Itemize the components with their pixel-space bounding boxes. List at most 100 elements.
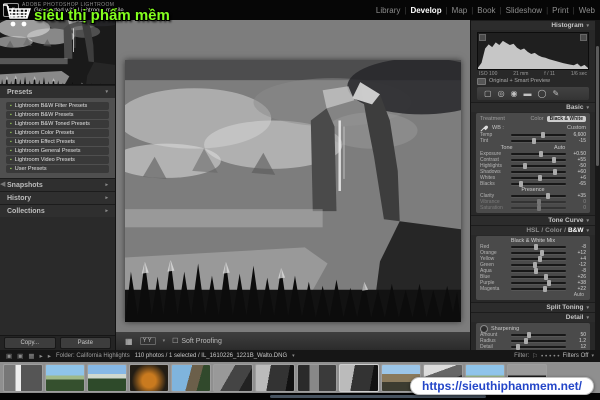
filmstrip-thumbnail[interactable] [3, 363, 43, 392]
graduated-filter-tool-icon[interactable]: ▬ [524, 87, 532, 100]
bw-mix-auto-button[interactable]: Auto [480, 292, 586, 298]
flag-filter-icon[interactable]: ⚐ [532, 352, 538, 360]
slider-track[interactable] [511, 268, 566, 274]
module-tab-develop[interactable]: Develop [410, 6, 441, 15]
slider-thumb[interactable] [518, 181, 523, 187]
main-window-icon[interactable]: ▣ [6, 352, 12, 360]
filmstrip-thumbnail[interactable] [129, 363, 169, 392]
hsl-panel-header[interactable]: HSL / Color / B&W ▾ [471, 225, 595, 235]
histogram-graph[interactable] [477, 32, 589, 70]
folder-breadcrumb[interactable]: Folder: California Highlights [56, 353, 130, 359]
main-photo[interactable] [125, 60, 461, 322]
radial-filter-tool-icon[interactable]: ◯ [538, 87, 547, 100]
slider-thumb[interactable] [534, 244, 539, 250]
slider-thumb[interactable] [536, 205, 541, 211]
module-tab-slideshow[interactable]: Slideshow [506, 6, 542, 15]
slider-thumb[interactable] [538, 175, 543, 181]
filmstrip-thumbnail[interactable] [45, 363, 85, 392]
module-tab-library[interactable]: Library [376, 6, 400, 15]
slider-track[interactable] [511, 250, 566, 256]
preset-item[interactable]: ▪ Lightroom B&W Toned Presets [6, 120, 109, 128]
slider-track[interactable] [511, 338, 566, 344]
slider-track[interactable] [511, 138, 566, 144]
highlight-clipping-icon[interactable] [580, 34, 587, 41]
filters-triangle-icon[interactable]: ▾ [591, 353, 594, 359]
slider-thumb[interactable] [542, 286, 547, 292]
slider-track[interactable] [511, 262, 566, 268]
slider-track[interactable] [511, 286, 566, 292]
module-tab-web[interactable]: Web [579, 6, 595, 15]
slider-track[interactable] [511, 344, 566, 350]
filmstrip-thumbnail[interactable] [213, 363, 253, 392]
slider-thumb[interactable] [546, 280, 551, 286]
filmstrip-thumbnail[interactable] [87, 363, 127, 392]
slider-track[interactable] [511, 274, 566, 280]
preset-item[interactable]: ▪ Lightroom Color Presets [6, 129, 109, 137]
preset-item[interactable]: ▪ Lightroom Effect Presets [6, 138, 109, 146]
grid-view-icon[interactable]: ▦ [28, 352, 34, 360]
slider-thumb[interactable] [532, 138, 537, 144]
slider-track[interactable] [511, 280, 566, 286]
histogram-header[interactable]: Histogram ▾ [471, 20, 595, 30]
next-photo-icon[interactable]: ▸ [48, 352, 51, 360]
module-tab-book[interactable]: Book [477, 6, 495, 15]
left-section-history[interactable]: History ▸ [0, 191, 115, 204]
crop-tool-icon[interactable]: ▢ [484, 87, 492, 100]
wb-eyedropper-icon[interactable] [480, 124, 488, 132]
before-after-view-icon[interactable]: YY [139, 337, 156, 345]
slider-track[interactable] [511, 157, 566, 163]
slider-track[interactable] [511, 181, 566, 187]
module-tab-print[interactable]: Print [552, 6, 568, 15]
filmstrip-thumbnail[interactable] [255, 363, 295, 392]
bw-tab[interactable]: B&W [568, 227, 584, 234]
preset-item[interactable]: ▪ Lightroom General Presets [6, 147, 109, 155]
slider-track[interactable] [511, 169, 566, 175]
filmstrip-thumbnail[interactable] [171, 363, 211, 392]
detail-panel-header[interactable]: Detail ▾ [471, 312, 595, 322]
slider-thumb[interactable] [553, 169, 557, 175]
treatment-bw-option[interactable]: Black & White [546, 115, 586, 122]
left-section-collections[interactable]: Collections ▸ [0, 204, 115, 217]
wb-value[interactable]: Custom [567, 125, 586, 131]
presets-section-header[interactable]: Presets ▾ [0, 85, 115, 98]
slider-thumb[interactable] [522, 163, 527, 169]
selection-status[interactable]: 110 photos / 1 selected / IL_1610226_122… [135, 353, 287, 359]
red-eye-tool-icon[interactable]: ◉ [511, 87, 518, 100]
filters-off-dropdown[interactable]: Filters Off [563, 353, 589, 359]
treatment-color-option[interactable]: Color [530, 116, 543, 122]
left-section-snapshots[interactable]: Snapshots ▸ [0, 178, 115, 191]
slider-track[interactable] [511, 244, 566, 250]
right-panel-scrollbar[interactable] [595, 20, 600, 350]
hsl-tab[interactable]: HSL [526, 227, 539, 234]
slider-thumb[interactable] [539, 151, 544, 157]
slider-track[interactable] [511, 332, 566, 338]
slider-thumb[interactable] [540, 132, 545, 138]
slider-track[interactable] [511, 193, 566, 199]
shadow-clipping-icon[interactable] [479, 34, 486, 41]
slider-thumb[interactable] [537, 256, 542, 262]
slider-track[interactable] [511, 132, 566, 138]
color-tab[interactable]: Color [545, 227, 562, 234]
slider-track[interactable] [511, 163, 566, 169]
tone-curve-panel-header[interactable]: Tone Curve ▾ [471, 215, 595, 225]
module-tab-map[interactable]: Map [452, 6, 468, 15]
soft-proofing-toggle[interactable]: ☐ Soft Proofing [172, 337, 222, 346]
navigator-preview[interactable] [0, 20, 115, 85]
spot-removal-tool-icon[interactable]: ◎ [498, 87, 505, 100]
collapse-left-panel-icon[interactable]: ◀ [0, 180, 5, 188]
slider-track[interactable] [511, 151, 566, 157]
slider-thumb[interactable] [524, 338, 529, 344]
prev-photo-icon[interactable]: ▸ [39, 352, 42, 360]
preset-item[interactable]: ▪ Lightroom B&W Presets [6, 111, 109, 119]
source-triangle-icon[interactable]: ▾ [292, 353, 295, 359]
split-toning-panel-header[interactable]: Split Toning ▾ [471, 302, 595, 312]
second-window-icon[interactable]: ▣ [17, 352, 23, 360]
star-filter-icons[interactable]: • • • • • [541, 353, 560, 360]
view-options-triangle-icon[interactable]: ▾ [163, 338, 166, 344]
basic-panel-header[interactable]: Basic ▾ [471, 102, 595, 112]
filmstrip-thumbnail[interactable] [297, 363, 337, 392]
slider-track[interactable] [511, 256, 566, 262]
preset-item[interactable]: ▪ User Presets [6, 165, 109, 173]
adjustment-brush-tool-icon[interactable]: ✎ [552, 87, 559, 100]
slider-thumb[interactable] [534, 268, 539, 274]
